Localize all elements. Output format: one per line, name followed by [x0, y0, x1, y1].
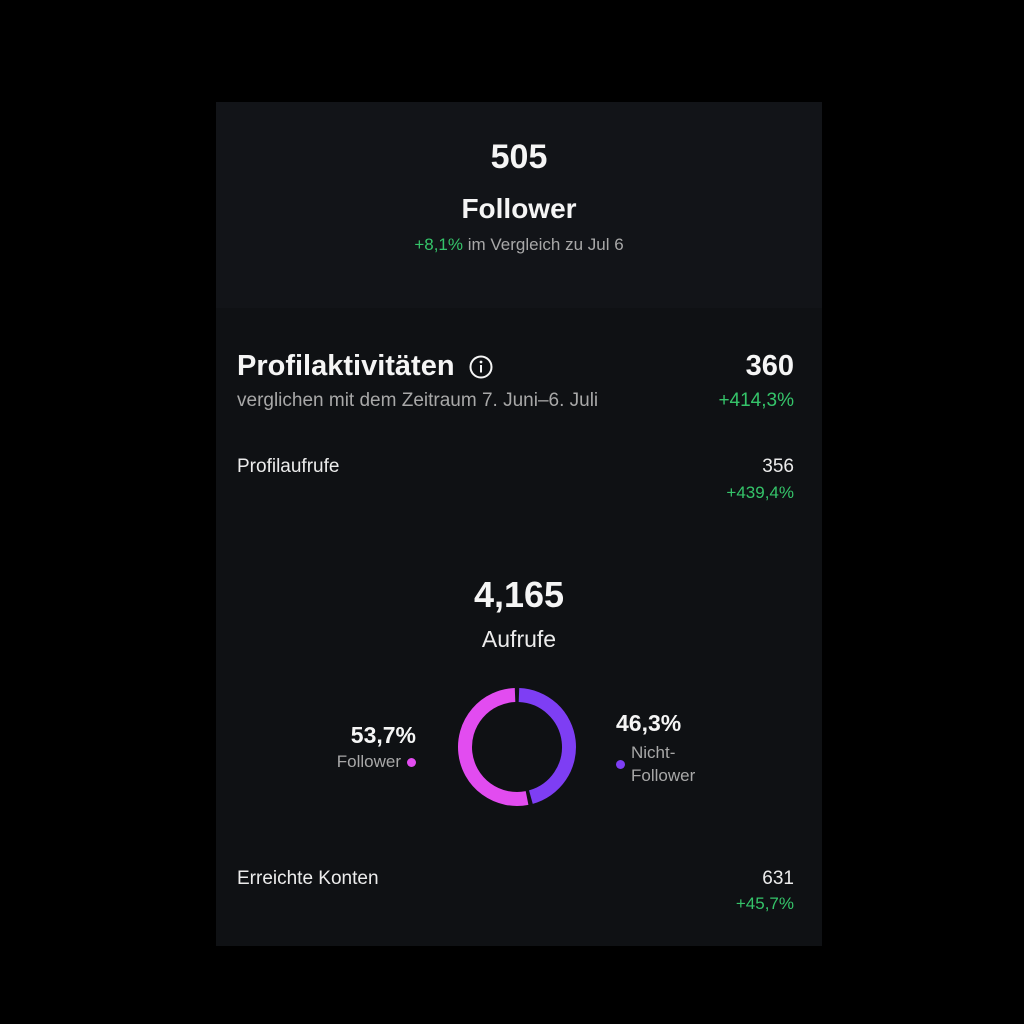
profile-activity-subtitle: verglichen mit dem Zeitraum 7. Juni–6. J… — [237, 390, 599, 411]
profile-views-value: 356 — [762, 456, 794, 477]
donut-slice-follower — [458, 688, 529, 806]
reached-accounts-change: +45,7% — [735, 894, 794, 913]
follower-legend-label: Follower — [336, 752, 401, 771]
non-follower-legend: Nicht-Follower — [616, 741, 721, 787]
profile-activity-title: Profilaktivitäten — [237, 350, 455, 382]
reached-accounts-value: 631 — [762, 868, 794, 889]
views-label: Aufrufe — [481, 626, 557, 652]
profile-activity-header: Profilaktivitäten — [237, 350, 493, 383]
follower-legend-dot — [407, 757, 416, 767]
non-follower-percentage: 46,3% — [616, 710, 682, 736]
views-donut-chart — [458, 688, 576, 806]
profile-activity-card: Profilaktivitäten 360 verglichen mit dem… — [216, 308, 822, 536]
non-follower-legend-label: Nicht-Follower — [631, 743, 696, 785]
follower-count: 505 — [490, 138, 548, 176]
follower-change: +8,1% — [414, 235, 464, 254]
views-card: 4,165 Aufrufe 53,7% Follower 46,3% Nicht… — [216, 536, 822, 946]
reached-accounts-label: Erreichte Konten — [237, 868, 379, 889]
profile-activity-change: +414,3% — [718, 390, 794, 411]
profile-activity-value: 360 — [745, 350, 794, 382]
profile-views-change: +439,4% — [726, 483, 794, 502]
follower-label: Follower — [461, 193, 577, 224]
views-count: 4,165 — [473, 574, 565, 615]
follower-compare-text: im Vergleich zu Jul 6 — [467, 235, 624, 254]
profile-views-label: Profilaufrufe — [237, 456, 340, 477]
non-follower-legend-dot — [616, 759, 625, 769]
followers-card: 505 Follower +8,1% im Vergleich zu Jul 6 — [216, 102, 822, 308]
follower-percentage: 53,7% — [350, 722, 416, 748]
info-icon[interactable] — [469, 355, 493, 379]
follower-legend: Follower — [337, 752, 416, 772]
donut-slice-non-follower — [518, 688, 576, 804]
follower-compare: +8,1% im Vergleich zu Jul 6 — [216, 235, 822, 255]
